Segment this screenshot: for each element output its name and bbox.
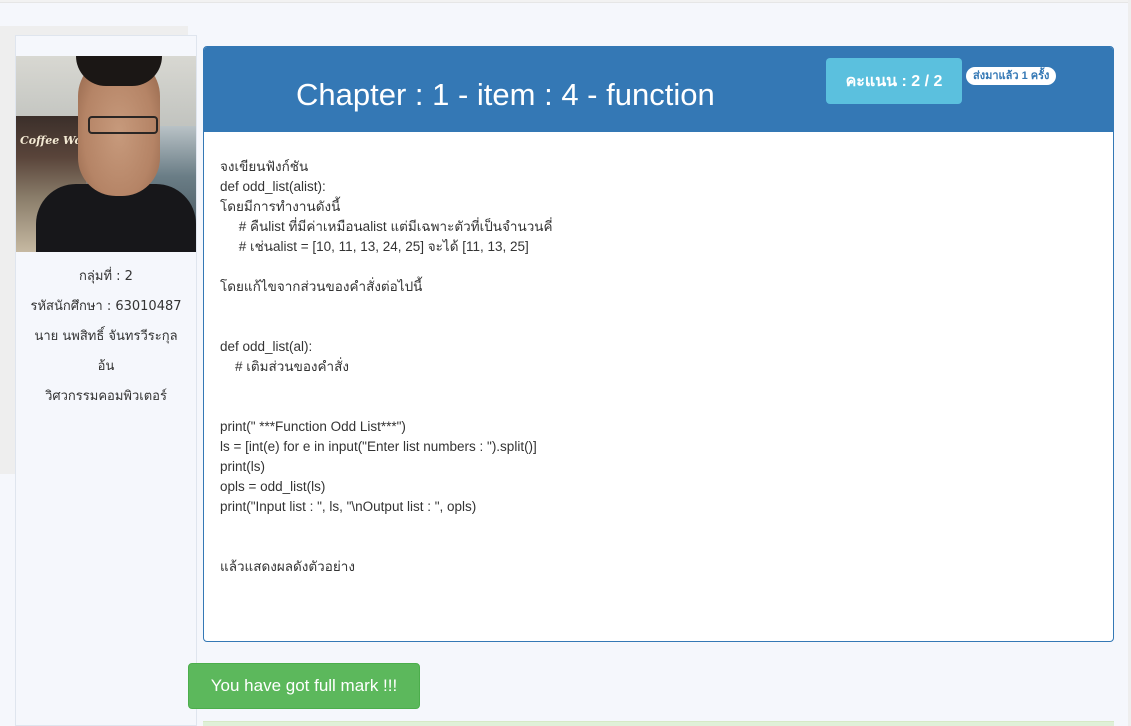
- student-major: วิศวกรรมคอมพิวเตอร์: [45, 389, 167, 404]
- problem-line: print("Input list : ", ls, "\nOutput lis…: [220, 499, 477, 514]
- problem-line: ls = [int(e) for e in input("Enter list …: [220, 439, 537, 454]
- top-rule: [0, 0, 1131, 3]
- problem-line: def odd_list(alist):: [220, 179, 326, 194]
- problem-line: [220, 377, 1113, 397]
- student-id: รหัสนักศึกษา : 63010487: [30, 299, 182, 314]
- problem-line: def odd_list(al):: [220, 339, 313, 354]
- problem-line: # เช่นalist = [10, 11, 13, 24, 25] จะได้…: [220, 239, 529, 254]
- photo-glasses: [88, 116, 158, 134]
- bottom-success-strip: [203, 721, 1114, 726]
- problem-line: [220, 257, 1113, 277]
- problem-line: opls = odd_list(ls): [220, 479, 326, 494]
- student-photo: Coffee World: [16, 56, 196, 252]
- student-profile-card: Coffee World กลุ่มที่ : 2 รหัสนักศึกษา :…: [15, 35, 197, 726]
- problem-line: # คืนlist ที่มีค่าเหมือนalist แต่มีเฉพาะ…: [220, 219, 553, 234]
- student-group: กลุ่มที่ : 2: [79, 269, 133, 284]
- problem-line: [220, 317, 1113, 337]
- problem-line: print(ls): [220, 459, 266, 474]
- student-name-continued: อ้น: [97, 359, 115, 374]
- problem-line: # เติมส่วนของคำสั่ง: [220, 359, 349, 374]
- problem-statement: จงเขียนฟังก์ชัน def odd_list(alist): โดยมี…: [204, 132, 1113, 577]
- problem-line: [220, 537, 1113, 557]
- problem-line: [220, 517, 1113, 537]
- full-mark-alert: You have got full mark !!!: [188, 663, 420, 709]
- problem-line: print(" ***Function Odd List***"): [220, 419, 406, 434]
- problem-panel: Chapter : 1 - item : 4 - function คะแนน …: [203, 46, 1114, 642]
- problem-line: โดยมีการทำงานดังนี้: [220, 199, 341, 214]
- problem-line: จงเขียนฟังก์ชัน: [220, 159, 309, 174]
- score-badge: คะแนน : 2 / 2: [826, 58, 962, 104]
- problem-panel-header: Chapter : 1 - item : 4 - function คะแนน …: [204, 47, 1113, 132]
- student-info: กลุ่มที่ : 2 รหัสนักศึกษา : 63010487 นาย…: [16, 252, 196, 412]
- student-name: นาย นพสิทธิ์ จันทรวีระกุล: [34, 329, 178, 344]
- problem-line: แล้วแสดงผลดังตัวอย่าง: [220, 559, 355, 574]
- page-title: Chapter : 1 - item : 4 - function: [296, 77, 715, 112]
- problem-line: โดยแก้ไขจากส่วนของคำสั่งต่อไปนี้: [220, 279, 423, 294]
- problem-line: [220, 397, 1113, 417]
- problem-line: [220, 297, 1113, 317]
- submission-count-badge: ส่งมาแล้ว 1 ครั้ง: [966, 67, 1057, 85]
